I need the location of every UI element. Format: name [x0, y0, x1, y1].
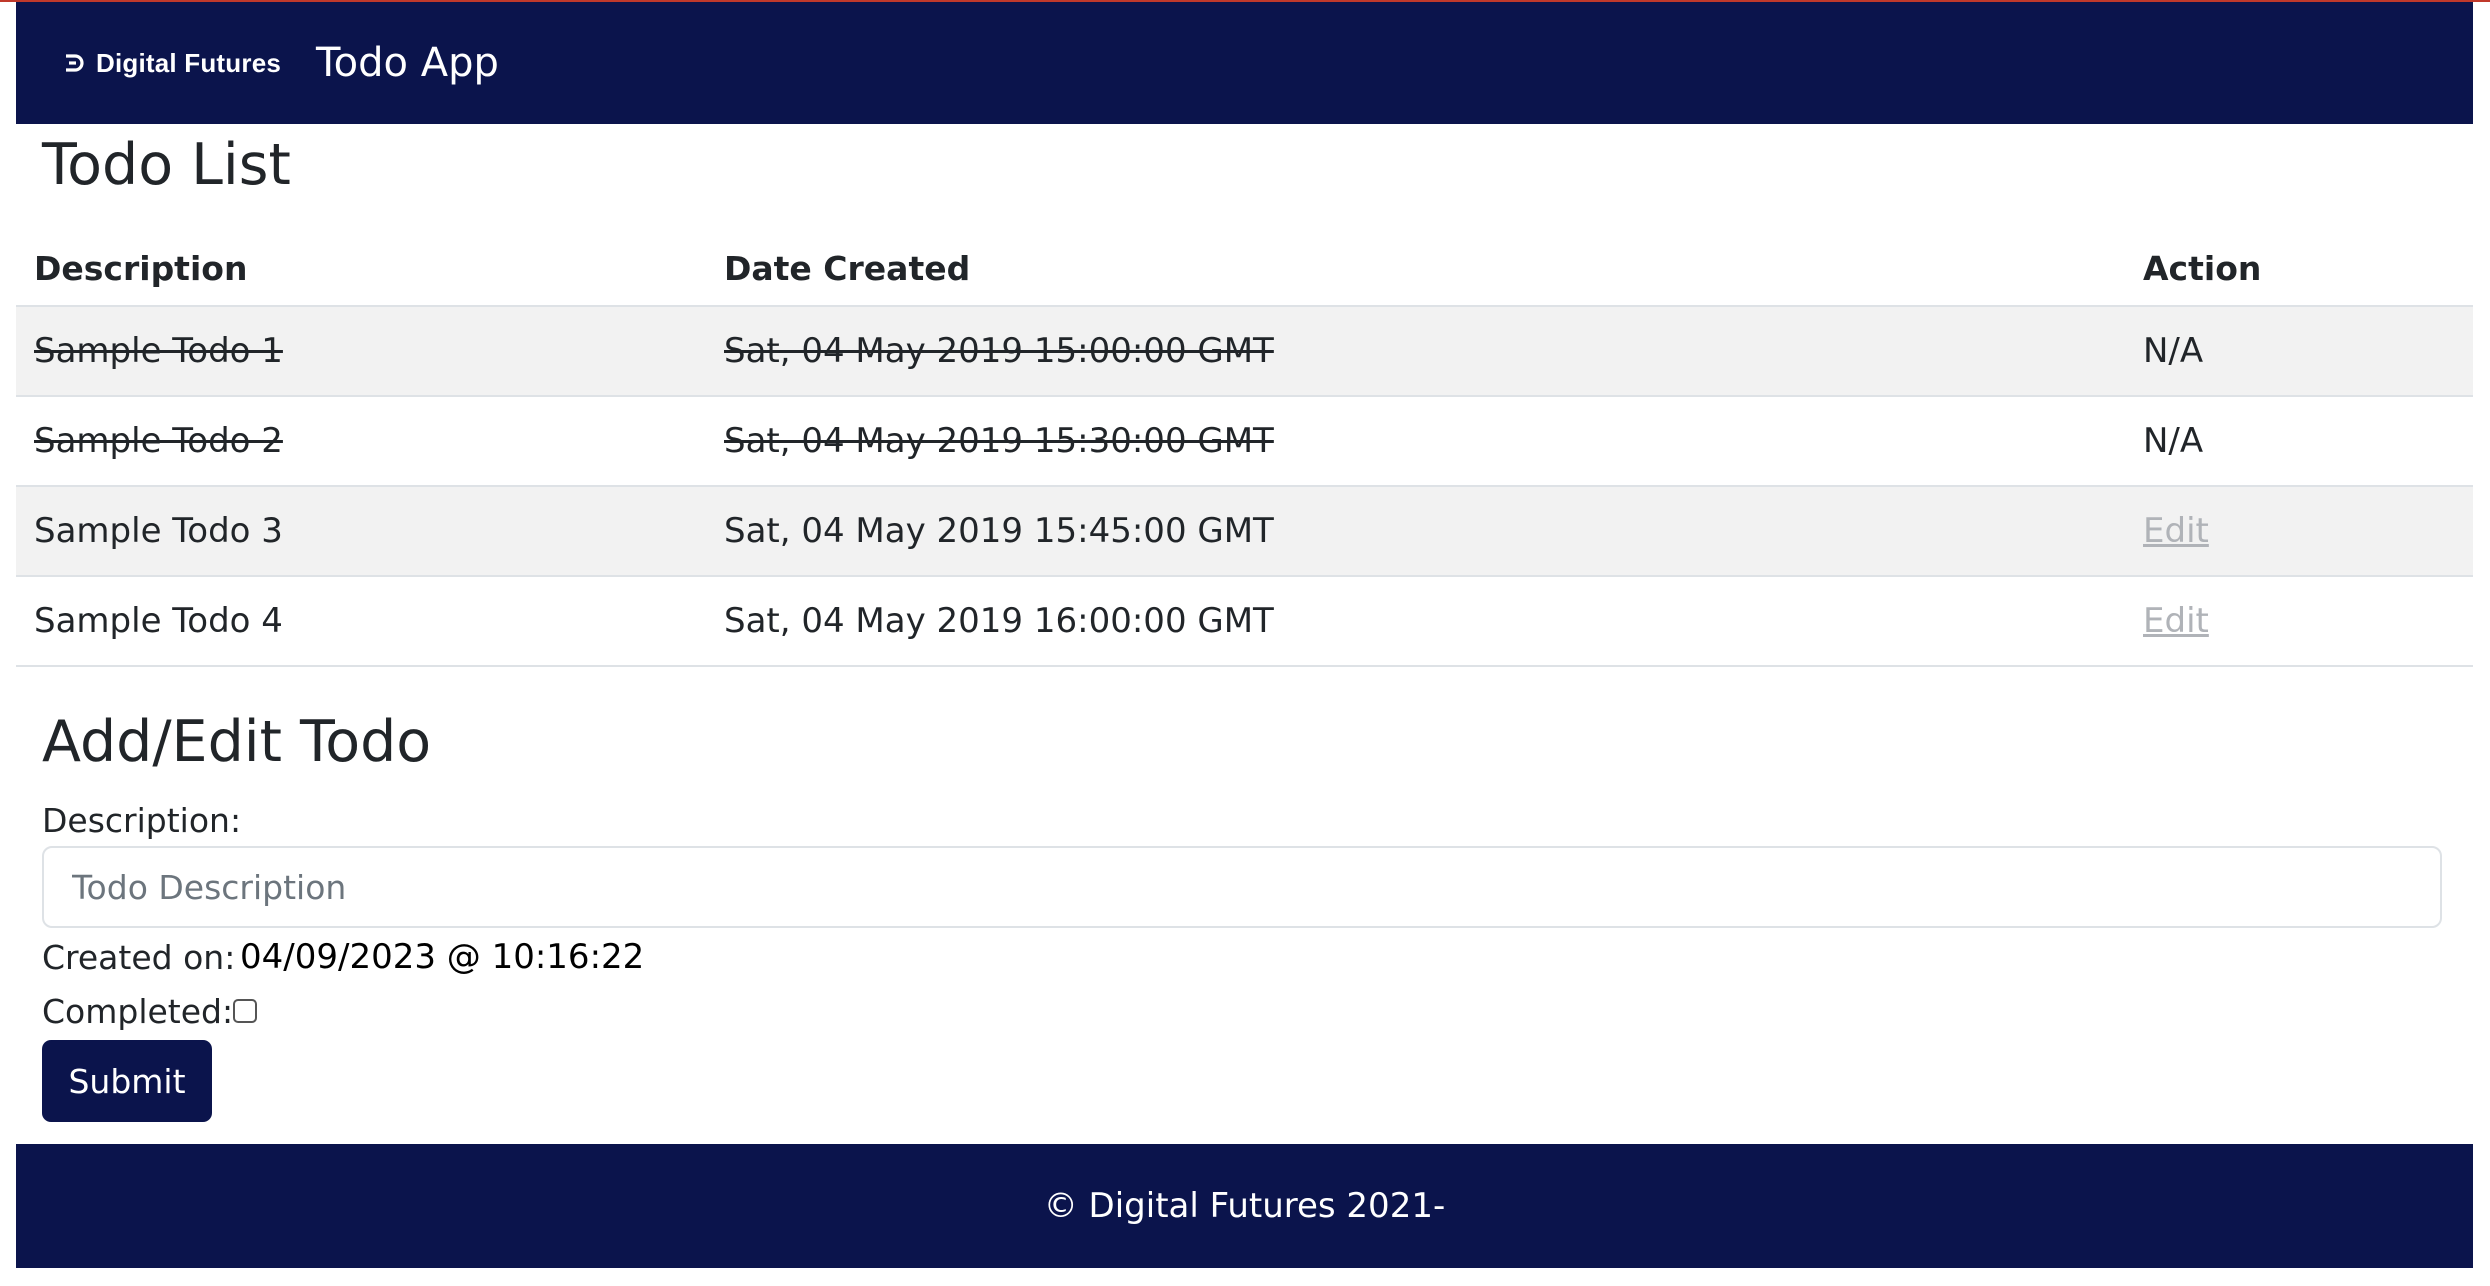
header-description: Description	[16, 232, 706, 307]
todo-description: Sample Todo 2	[16, 396, 706, 487]
navbar: Digital Futures Todo App	[16, 2, 2473, 124]
brand-name: Digital Futures	[96, 47, 282, 78]
table-row: Sample Todo 2 Sat, 04 May 2019 15:30:00 …	[16, 396, 2473, 487]
table-row: Sample Todo 3 Sat, 04 May 2019 15:45:00 …	[16, 486, 2473, 577]
brand[interactable]: Digital Futures	[60, 48, 281, 79]
header-date-created: Date Created	[706, 232, 2125, 307]
edit-link[interactable]: Edit	[2143, 511, 2209, 551]
todo-action-cell: Edit	[2125, 576, 2473, 667]
todo-action-cell: Edit	[2125, 486, 2473, 577]
edit-link[interactable]: Edit	[2143, 601, 2209, 641]
todo-date-created: Sat, 04 May 2019 15:30:00 GMT	[706, 396, 2125, 487]
todo-action: N/A	[2125, 306, 2473, 397]
todo-description: Sample Todo 3	[16, 486, 706, 577]
submit-button[interactable]: Submit	[42, 1040, 212, 1122]
footer: © Digital Futures 2021-	[16, 1144, 2473, 1268]
completed-label: Completed:	[42, 992, 234, 1031]
todo-list-title: Todo List	[42, 132, 291, 198]
app-title[interactable]: Todo App	[316, 40, 499, 86]
footer-copyright: © Digital Futures 2021-	[1043, 1186, 1446, 1226]
table-row: Sample Todo 1 Sat, 04 May 2019 15:00:00 …	[16, 306, 2473, 397]
form-title: Add/Edit Todo	[42, 709, 432, 775]
todo-action: N/A	[2125, 396, 2473, 487]
todo-description: Sample Todo 4	[16, 576, 706, 667]
todo-date-created: Sat, 04 May 2019 15:00:00 GMT	[706, 306, 2125, 397]
table-row: Sample Todo 4 Sat, 04 May 2019 16:00:00 …	[16, 576, 2473, 667]
todo-date-created: Sat, 04 May 2019 16:00:00 GMT	[706, 576, 2125, 667]
created-on-label: Created on:	[42, 938, 236, 977]
todo-date-created: Sat, 04 May 2019 15:45:00 GMT	[706, 486, 2125, 577]
description-label: Description:	[42, 801, 242, 840]
table-header-row: Description Date Created Action	[16, 232, 2473, 307]
completed-checkbox[interactable]	[233, 999, 257, 1023]
digital-futures-logo-icon	[60, 49, 88, 77]
description-input[interactable]	[42, 846, 2442, 928]
header-action: Action	[2125, 232, 2473, 307]
todo-table: Description Date Created Action Sample T…	[16, 232, 2473, 667]
created-on-value: 04/09/2023 @ 10:16:22	[240, 937, 645, 977]
todo-description: Sample Todo 1	[16, 306, 706, 397]
page: Digital Futures Todo App Todo List Descr…	[0, 0, 2490, 1286]
